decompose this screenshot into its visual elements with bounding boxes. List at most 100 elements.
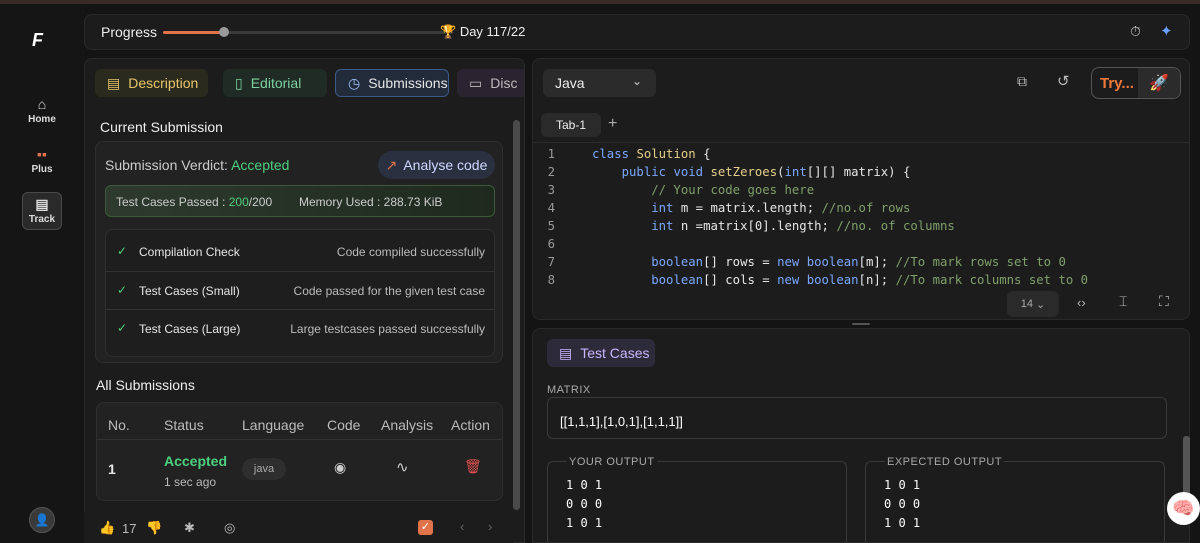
tests-total: /200: [248, 195, 273, 209]
rocket-icon: 🚀: [1138, 68, 1180, 98]
chat-icon: ▭: [469, 74, 483, 91]
progress-knob[interactable]: [218, 27, 229, 37]
editor-toolbar: [533, 287, 1189, 319]
code-line: 7 boolean[] rows = new boolean[m]; //To …: [533, 255, 1189, 273]
chevron-right-icon[interactable]: ›: [488, 519, 492, 534]
analyse-code-button[interactable]: ↗ Analyse code: [378, 151, 495, 179]
row-status: Accepted: [164, 453, 228, 469]
nav-home-label: Home: [28, 114, 56, 125]
book-icon: ▯: [235, 74, 243, 91]
grid-icon: ▪▪: [37, 146, 47, 162]
left-scrollbar[interactable]: [513, 120, 520, 510]
app-logo[interactable]: F: [32, 30, 43, 51]
test-summary: Test Cases Passed : 200/200 Memory Used …: [105, 185, 495, 217]
thumbs-down-icon[interactable]: 👎: [146, 520, 162, 536]
nav-home[interactable]: ⌂ Home: [22, 92, 62, 130]
tab-submissions-label: Submissions: [368, 75, 448, 91]
current-submission-title: Current Submission: [100, 119, 223, 135]
tab-1-label: Tab-1: [555, 118, 587, 132]
nav-rail: F ⌂ Home ▪▪ Plus ▤ Track 👤: [0, 4, 84, 543]
expected-output-label: EXPECTED OUTPUT: [885, 456, 1005, 468]
line-text: // Your code goes here: [592, 183, 815, 197]
progress-track: [163, 27, 453, 37]
chevron-down-icon: ⌄: [631, 74, 642, 88]
tests-passed-count: 200: [228, 195, 249, 209]
ai-assistant-button[interactable]: 🧠: [1167, 492, 1200, 525]
test-cases-panel: ▤ Test Cases MATRIX [[1,1,1],[1,0,1],[1,…: [532, 328, 1190, 543]
paint-roller-icon[interactable]: ⌶: [1119, 293, 1127, 310]
tab-editorial-label: Editorial: [250, 75, 302, 91]
day-text: Day 117/22: [459, 24, 526, 39]
trash-icon[interactable]: 🗑: [464, 458, 482, 475]
nav-track[interactable]: ▤ Track: [22, 192, 62, 230]
eye-icon[interactable]: ◉: [334, 459, 346, 476]
your-output-value: 1 0 1 0 0 0 1 0 1: [566, 478, 603, 530]
col-header: Action: [451, 417, 490, 433]
language-value: Java: [555, 75, 585, 91]
analyse-code-label: Analyse code: [403, 157, 488, 173]
memory-used: Memory Used : 288.73 KiB: [299, 195, 443, 209]
line-number: 6: [547, 237, 555, 251]
fullscreen-icon[interactable]: ⛶: [1159, 293, 1169, 310]
tab-discuss[interactable]: ▭ Disc: [457, 69, 524, 97]
check-desc: Code compiled successfully: [336, 245, 485, 259]
line-number: 3: [547, 183, 555, 197]
check-icon: ✓: [117, 244, 128, 258]
nav-plus[interactable]: ▪▪ Plus: [22, 142, 62, 180]
check-icon: ✓: [117, 321, 128, 335]
sparkle-icon[interactable]: ✦: [1160, 22, 1173, 40]
matrix-label: MATRIX: [547, 384, 591, 396]
user-avatar[interactable]: 👤: [29, 507, 55, 533]
try-button[interactable]: Try... 🚀: [1091, 67, 1181, 99]
test-cases-button[interactable]: ▤ Test Cases: [547, 339, 655, 367]
add-tab-icon[interactable]: +: [608, 115, 617, 133]
day-counter: 🏆 Day 117/22: [440, 24, 525, 40]
tab-editorial[interactable]: ▯ Editorial: [223, 69, 327, 97]
list-icon: ▤: [559, 344, 573, 361]
brain-icon: 🧠: [1172, 498, 1195, 518]
tab-1[interactable]: Tab-1: [541, 113, 601, 137]
col-header: Status: [164, 417, 204, 433]
nav-track-label: Track: [28, 214, 56, 225]
document-icon: ▤: [35, 196, 49, 212]
tab-submissions[interactable]: ◷ Submissions: [335, 69, 449, 97]
check-name: Test Cases (Large): [139, 322, 241, 336]
col-header: No.: [108, 417, 130, 433]
language-select[interactable]: Java ⌄: [543, 69, 656, 97]
font-size-select[interactable]: 14 ⌄: [1007, 291, 1059, 317]
tests-passed-label: Test Cases Passed :: [116, 195, 226, 209]
check-row: ✓ Test Cases (Small) Code passed for the…: [105, 271, 495, 309]
row-language: java: [242, 458, 286, 480]
problem-panel: ▤ Description ▯ Editorial ◷ Submissions …: [84, 58, 525, 543]
line-number: 8: [547, 273, 555, 287]
test-cases-label: Test Cases: [580, 345, 650, 361]
col-header: Language: [242, 417, 305, 433]
verdict: Submission Verdict: Accepted: [105, 157, 289, 173]
resize-handle[interactable]: [852, 323, 870, 325]
tab-description-label: Description: [128, 75, 199, 91]
clock-icon: ◷: [348, 74, 361, 91]
pulse-icon[interactable]: ∿: [396, 458, 409, 476]
code-editor-panel: Java ⌄ ⧉ ↺ Try... 🚀 Tab-1 + 1 class Solut…: [532, 58, 1190, 320]
timer-icon[interactable]: ⏱: [1130, 23, 1141, 40]
progress-bar-header: Progress 🏆 Day 117/22 ⏱ ✦: [84, 14, 1190, 50]
trend-icon: ↗: [385, 156, 398, 173]
code-format-icon[interactable]: ‹›: [1077, 295, 1086, 310]
thumbs-up-icon[interactable]: 👍: [99, 520, 115, 536]
check-desc: Large testcases passed successfully: [290, 322, 485, 336]
share-icon[interactable]: ◎: [224, 520, 235, 536]
code-line: 5 int n =matrix[0].length; //no. of colu…: [533, 219, 1189, 237]
verdict-value: Accepted: [231, 157, 290, 173]
reset-icon[interactable]: ↺: [1057, 72, 1070, 90]
copy-icon[interactable]: ⧉: [1017, 73, 1027, 90]
checkbox-icon[interactable]: ✓: [418, 520, 433, 535]
col-header: Code: [327, 417, 361, 433]
top-accent-line: [0, 0, 1200, 4]
line-text: int m = matrix.length; //no.of rows: [651, 201, 911, 215]
user-icon: 👤: [34, 513, 50, 527]
table-row[interactable]: 1 Accepted 1 sec ago java ◉ ∿ 🗑: [96, 440, 503, 500]
matrix-input[interactable]: [[1,1,1],[1,0,1],[1,1,1]]: [547, 397, 1167, 439]
bug-icon[interactable]: ✱: [184, 520, 195, 536]
chevron-left-icon[interactable]: ‹: [460, 519, 464, 534]
tab-description[interactable]: ▤ Description: [95, 69, 208, 97]
